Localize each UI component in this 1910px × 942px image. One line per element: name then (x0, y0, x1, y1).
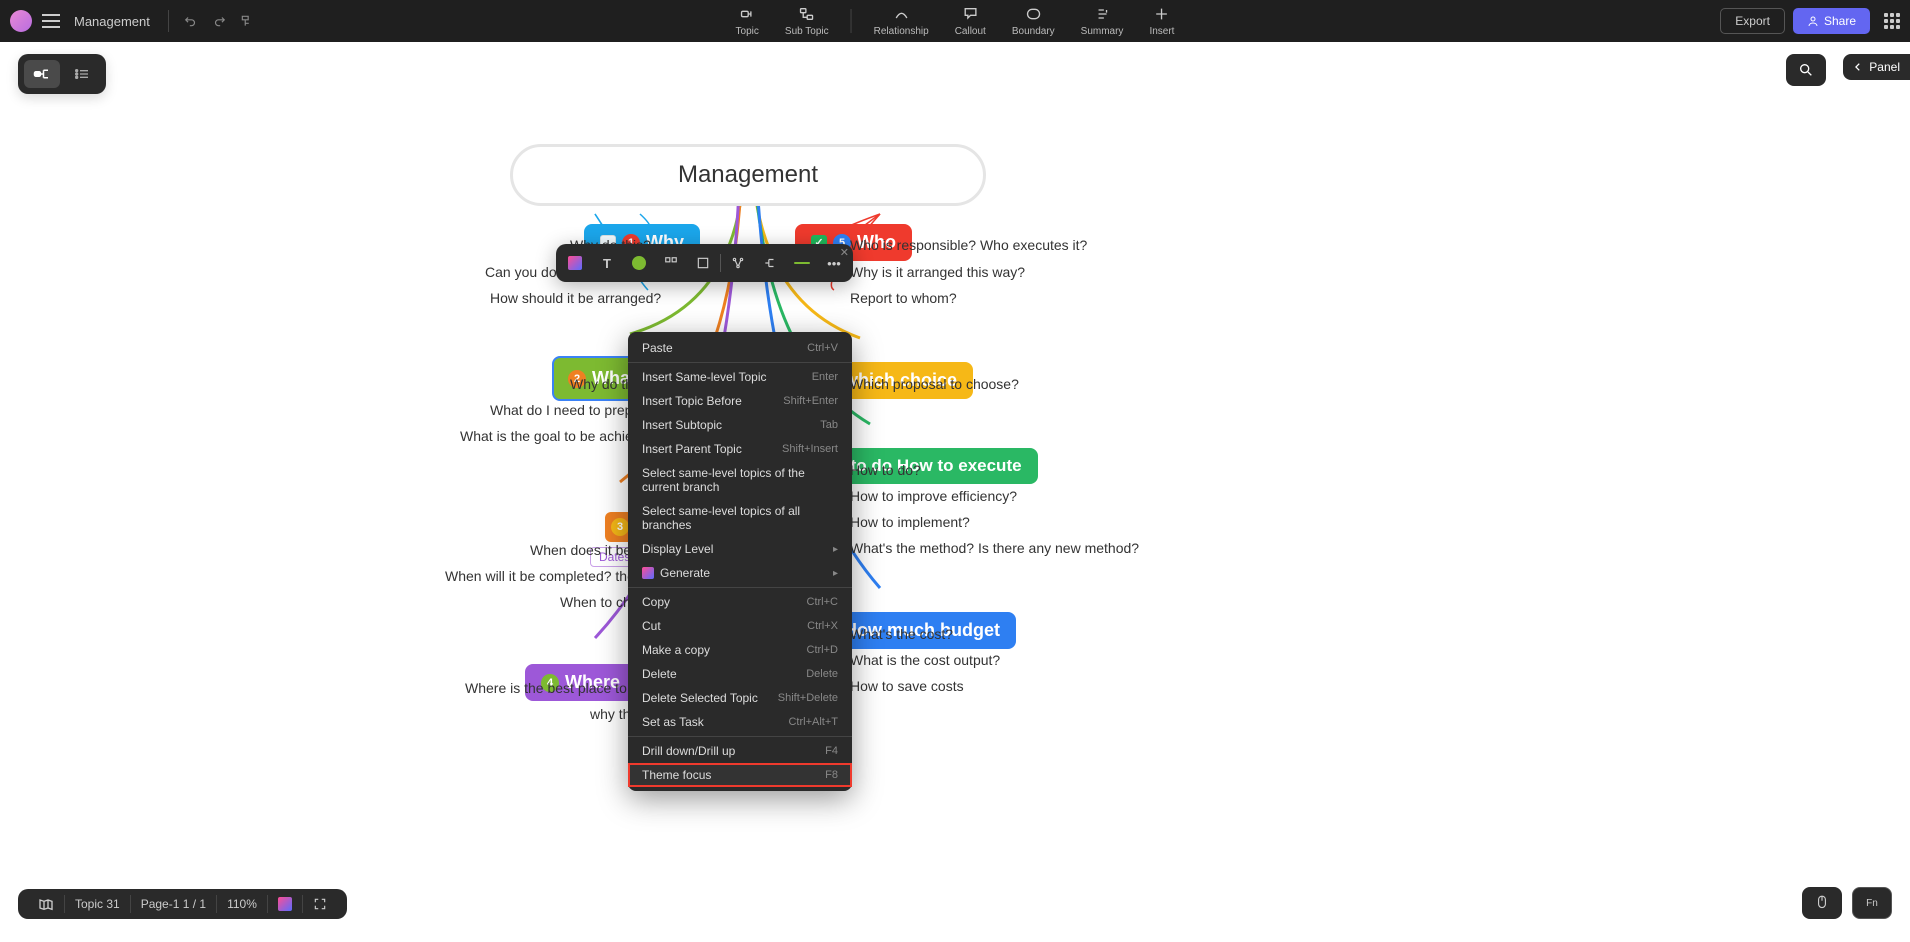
leaf[interactable]: What's the cost? (850, 626, 953, 642)
format-painter-icon[interactable] (233, 7, 261, 35)
tool-summary[interactable]: Summary (1077, 3, 1128, 39)
ctx-item-display-level[interactable]: Display Level▸ (628, 537, 852, 561)
fullscreen-button[interactable] (303, 895, 337, 913)
leaf[interactable]: What's the method? Is there any new meth… (850, 540, 1139, 556)
center-tools: Topic Sub Topic Relationship Callout Bou… (732, 3, 1179, 39)
color-button[interactable] (624, 248, 654, 278)
status-bar: Topic 31 Page-1 1 / 1 110% (18, 889, 347, 919)
branch-button[interactable] (755, 248, 785, 278)
menu-separator (628, 736, 852, 737)
tool-boundary[interactable]: Boundary (1008, 3, 1059, 39)
share-button[interactable]: Share (1793, 8, 1870, 34)
menu-separator (628, 362, 852, 363)
top-toolbar: Management Topic Sub Topic Relationship … (0, 0, 1910, 42)
undo-icon[interactable] (177, 7, 205, 35)
leaf[interactable]: How to improve efficiency? (850, 488, 1017, 504)
format-toolbar: T ••• ✕ (556, 244, 853, 282)
text-button[interactable]: T (592, 248, 622, 278)
canvas[interactable]: Management 1 Why Why do this? Can you do… (0, 42, 1910, 933)
mindmap-view-button[interactable] (24, 60, 60, 88)
leaf[interactable]: How to do? (850, 462, 921, 478)
tool-callout[interactable]: Callout (951, 3, 990, 39)
leaf[interactable]: Who is responsible? Who executes it? (850, 237, 1087, 253)
page-indicator[interactable]: Page-1 1 / 1 (131, 895, 216, 913)
ctx-item-insert-parent-topic[interactable]: Insert Parent TopicShift+Insert (628, 437, 852, 461)
border-button[interactable] (688, 248, 718, 278)
ctx-item-copy[interactable]: CopyCtrl+C (628, 590, 852, 614)
divider (720, 254, 721, 272)
right-tools: Export Share (1720, 8, 1900, 34)
redo-icon[interactable] (205, 7, 233, 35)
divider (851, 9, 852, 33)
close-icon[interactable]: ✕ (840, 246, 849, 259)
line-style-button[interactable] (787, 248, 817, 278)
context-menu: PasteCtrl+VInsert Same-level TopicEnterI… (628, 332, 852, 791)
leaf[interactable]: What is the cost output? (850, 652, 1000, 668)
ctx-item-select-same-level-topics-of-all-branches[interactable]: Select same-level topics of all branches (628, 499, 852, 537)
ai-button[interactable] (560, 248, 590, 278)
bottom-right-buttons: Fn (1802, 887, 1892, 919)
ctx-item-theme-focus[interactable]: Theme focusF8 (628, 763, 852, 787)
search-button[interactable] (1786, 54, 1826, 86)
document-title: Management (74, 14, 150, 29)
leaf[interactable]: How to implement? (850, 514, 970, 530)
ctx-item-insert-topic-before[interactable]: Insert Topic BeforeShift+Enter (628, 389, 852, 413)
topic-count[interactable]: Topic 31 (65, 895, 130, 913)
leaf[interactable]: Report to whom? (850, 290, 957, 306)
export-button[interactable]: Export (1720, 8, 1785, 34)
tool-subtopic[interactable]: Sub Topic (781, 3, 833, 39)
ctx-item-make-a-copy[interactable]: Make a copyCtrl+D (628, 638, 852, 662)
ctx-item-delete[interactable]: DeleteDelete (628, 662, 852, 686)
leaf[interactable]: Why is it arranged this way? (850, 264, 1025, 280)
panel-toggle-button[interactable]: Panel (1843, 54, 1910, 80)
link-button[interactable] (723, 248, 753, 278)
ctx-item-paste[interactable]: PasteCtrl+V (628, 336, 852, 360)
view-toggle (18, 54, 106, 94)
outline-view-button[interactable] (64, 60, 100, 88)
menu-icon[interactable] (42, 14, 60, 28)
mouse-mode-button[interactable] (1802, 887, 1842, 919)
leaf[interactable]: How should it be arranged? (490, 290, 661, 306)
structure-button[interactable] (656, 248, 686, 278)
leaf[interactable]: How to save costs (850, 678, 964, 694)
ctx-item-select-same-level-topics-of-the-current-branch[interactable]: Select same-level topics of the current … (628, 461, 852, 499)
tool-insert[interactable]: Insert (1145, 3, 1178, 39)
ctx-item-set-as-task[interactable]: Set as TaskCtrl+Alt+T (628, 710, 852, 734)
zoom-level[interactable]: 110% (217, 895, 267, 913)
divider (168, 10, 169, 32)
avatar[interactable] (10, 10, 32, 32)
ai-assistant-button[interactable] (268, 895, 302, 913)
tool-topic[interactable]: Topic (732, 3, 763, 39)
root-node[interactable]: Management (510, 144, 986, 206)
apps-icon[interactable] (1884, 13, 1900, 29)
ctx-item-drill-down-drill-up[interactable]: Drill down/Drill upF4 (628, 739, 852, 763)
ctx-item-cut[interactable]: CutCtrl+X (628, 614, 852, 638)
ctx-item-insert-same-level-topic[interactable]: Insert Same-level TopicEnter (628, 365, 852, 389)
minimap-button[interactable] (28, 895, 64, 913)
ctx-item-insert-subtopic[interactable]: Insert SubtopicTab (628, 413, 852, 437)
ctx-item-delete-selected-topic[interactable]: Delete Selected TopicShift+Delete (628, 686, 852, 710)
fn-button[interactable]: Fn (1852, 887, 1892, 919)
menu-separator (628, 587, 852, 588)
ctx-item-generate[interactable]: Generate▸ (628, 561, 852, 585)
leaf[interactable]: Which proposal to choose? (850, 376, 1019, 392)
tool-relationship[interactable]: Relationship (870, 3, 933, 39)
